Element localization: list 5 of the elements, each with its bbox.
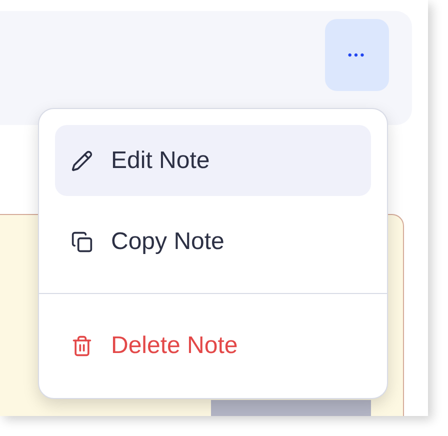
copy-icon	[71, 230, 93, 252]
menu-item[interactable]: Edit Note	[55, 125, 371, 196]
pencil-icon	[71, 150, 93, 172]
more-button[interactable]: •••	[325, 19, 389, 91]
trash-icon	[71, 334, 93, 356]
